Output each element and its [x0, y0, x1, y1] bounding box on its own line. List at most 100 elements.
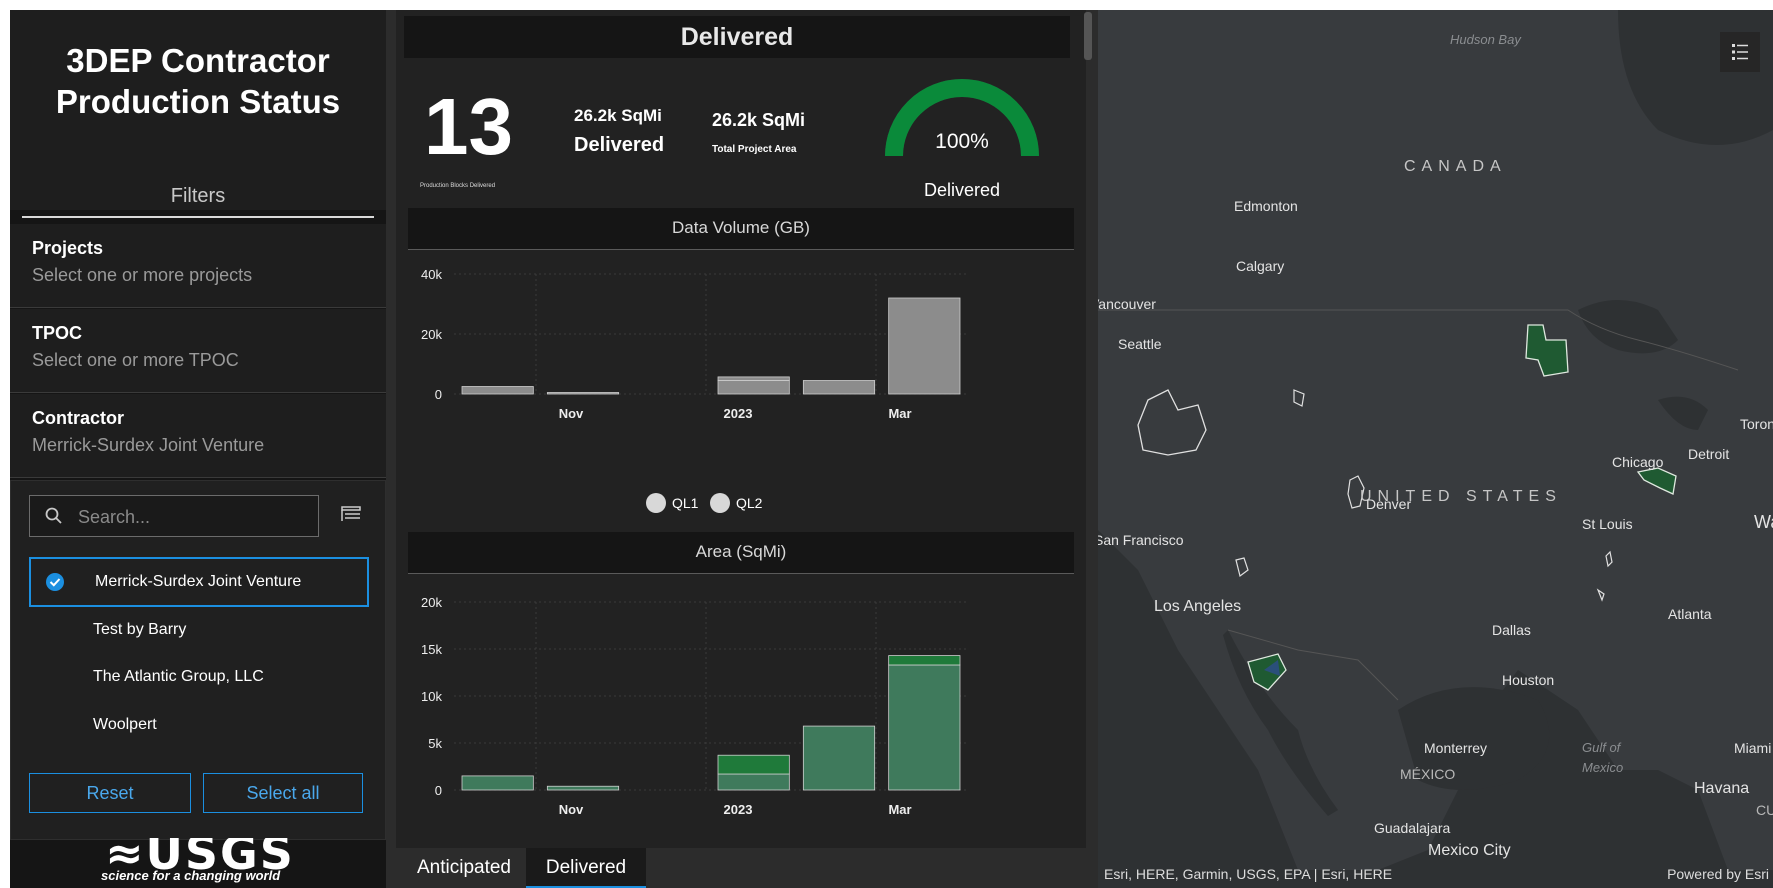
- map-label-edmonton: Edmonton: [1234, 198, 1298, 214]
- filter-projects[interactable]: Projects Select one or more projects: [10, 224, 386, 308]
- bar-ql2: [717, 754, 790, 775]
- tab-delivered[interactable]: Delivered: [526, 848, 646, 888]
- filter-projects-title: Projects: [32, 238, 104, 258]
- delivered-area-value: 26.2k SqMi: [574, 106, 662, 125]
- x-tick-label: Nov: [559, 802, 584, 817]
- map-label-wa: Wa: [1754, 512, 1773, 532]
- legend-item-ql2[interactable]: QL2: [710, 491, 762, 515]
- contractor-dropdown: Merrick-Surdex Joint Venture Test by Bar…: [10, 480, 386, 840]
- bar-ql1: [717, 380, 790, 395]
- map-attribution: Esri, HERE, Garmin, USGS, EPA | Esri, HE…: [1104, 866, 1393, 882]
- x-tick-label: 2023: [724, 406, 753, 421]
- map-label-cu: CU: [1756, 802, 1773, 818]
- map-view[interactable]: Hudson Bay CANADA Edmonton Calgary Vanco…: [1098, 10, 1773, 888]
- section-header: Delivered: [404, 16, 1070, 58]
- x-tick-label: Mar: [888, 802, 911, 817]
- map-label-atlanta: Atlanta: [1668, 606, 1712, 622]
- map-label-hudson-bay: Hudson Bay: [1450, 32, 1521, 47]
- y-tick-label: 40k: [421, 267, 442, 282]
- legend-label: QL1: [672, 495, 699, 511]
- map-label-los-angeles: Los Angeles: [1154, 598, 1242, 615]
- chart-title-volume: Data Volume (GB): [408, 208, 1074, 250]
- map-label-st-louis: St Louis: [1582, 516, 1633, 532]
- map-label-mexico-city: Mexico City: [1428, 842, 1511, 859]
- option-label: Test by Barry: [93, 621, 187, 638]
- scrollbar-thumb[interactable]: [1084, 12, 1092, 60]
- delivered-area-label: Delivered: [574, 134, 665, 156]
- gauge-percent: 100%: [935, 130, 989, 153]
- app-root: 3DEP Contractor Production Status Filter…: [0, 0, 1773, 888]
- bar-ql2: [717, 376, 790, 381]
- total-area-value: 26.2k SqMi: [712, 110, 806, 130]
- bar-ql1: [802, 725, 876, 791]
- y-tick-label: 10k: [421, 689, 442, 704]
- title-line-2: Production Status: [55, 83, 341, 120]
- map-label-guadalajara: Guadalajara: [1374, 820, 1451, 836]
- filter-tpoc[interactable]: TPOC Select one or more TPOC: [10, 309, 386, 393]
- legend-dot-icon: [710, 493, 730, 513]
- y-tick-label: 15k: [421, 642, 442, 657]
- select-all-button[interactable]: Select all: [203, 773, 363, 813]
- status-tabs: Anticipated Delivered: [386, 848, 1098, 888]
- bar-ql2: [888, 655, 961, 666]
- basemap: [1098, 10, 1773, 888]
- y-tick-label: 20k: [421, 327, 442, 342]
- y-tick-label: 0: [435, 783, 442, 798]
- search-box[interactable]: [29, 495, 319, 537]
- x-tick-label: Nov: [559, 406, 584, 421]
- map-label-vancouver: Vancouver: [1098, 296, 1156, 312]
- legend-item-ql1[interactable]: QL1: [646, 491, 698, 515]
- title-line-1: 3DEP Contractor: [66, 42, 330, 79]
- map-label-toronto: Toronto: [1740, 416, 1773, 432]
- bar-ql1: [461, 386, 534, 395]
- map-label-miami: Miami: [1734, 740, 1772, 756]
- map-label-havana: Havana: [1694, 780, 1750, 797]
- option-woolpert[interactable]: Woolpert: [29, 700, 369, 750]
- data-volume-chart: 40k 20k 0 Nov 2023 Mar: [421, 267, 966, 421]
- filter-contractor-value: Merrick-Surdex Joint Venture: [32, 435, 265, 455]
- dashboard-panel: Delivered 13 Production Blocks Delivered…: [386, 10, 1098, 888]
- search-input[interactable]: [78, 504, 308, 530]
- option-merrick-surdex[interactable]: Merrick-Surdex Joint Venture: [29, 557, 369, 607]
- filter-list-icon[interactable]: [339, 503, 363, 527]
- map-label-calgary: Calgary: [1236, 258, 1285, 274]
- page-title: 3DEP Contractor Production Status: [10, 40, 386, 122]
- divider: [22, 216, 374, 218]
- map-label-mexico-country: MÉXICO: [1400, 766, 1456, 782]
- tab-anticipated[interactable]: Anticipated: [404, 848, 524, 888]
- y-tick-label: 0: [435, 387, 442, 402]
- map-label-detroit: Detroit: [1688, 446, 1730, 462]
- map-label-denver: Denver: [1366, 496, 1412, 512]
- filter-tpoc-value: Select one or more TPOC: [32, 350, 239, 370]
- bar-ql1: [546, 392, 620, 395]
- dashboard-content: Delivered 13 Production Blocks Delivered…: [396, 10, 1092, 848]
- total-area-label: Total Project Area: [712, 144, 797, 155]
- chart-title-area: Area (SqMi): [408, 532, 1074, 574]
- search-icon: [45, 507, 62, 524]
- filter-contractor[interactable]: Contractor Merrick-Surdex Joint Venture: [10, 394, 386, 478]
- map-label-houston: Houston: [1502, 672, 1555, 688]
- legend-toggle-button[interactable]: [1720, 32, 1760, 72]
- option-test-by-barry[interactable]: Test by Barry: [29, 605, 369, 655]
- x-tick-label: Mar: [888, 406, 911, 421]
- x-tick-label: 2023: [724, 802, 753, 817]
- powered-by-esri[interactable]: Powered by Esri: [1667, 866, 1769, 882]
- checkmark-circle-icon: [46, 573, 64, 591]
- map-label-chicago: Chicago: [1612, 454, 1664, 470]
- filter-contractor-title: Contractor: [32, 408, 125, 428]
- list-icon: [1732, 44, 1748, 60]
- map-label-dallas: Dallas: [1492, 622, 1531, 638]
- bar-ql1: [546, 785, 620, 791]
- bar-ql1: [461, 775, 534, 791]
- map-label-gulf-mexico: Mexico: [1582, 760, 1624, 775]
- bar-ql1: [717, 773, 790, 791]
- usgs-tagline: science for a changing world: [101, 868, 281, 883]
- y-tick-label: 5k: [428, 736, 442, 751]
- option-label: Merrick-Surdex Joint Venture: [95, 573, 302, 590]
- bar-ql1: [888, 297, 961, 395]
- reset-button[interactable]: Reset: [29, 773, 191, 813]
- blocks-count: 13: [424, 82, 513, 171]
- option-atlantic-group[interactable]: The Atlantic Group, LLC: [29, 652, 369, 702]
- filter-panel: 3DEP Contractor Production Status Filter…: [10, 10, 386, 888]
- map-label-san-francisco: San Francisco: [1098, 532, 1184, 548]
